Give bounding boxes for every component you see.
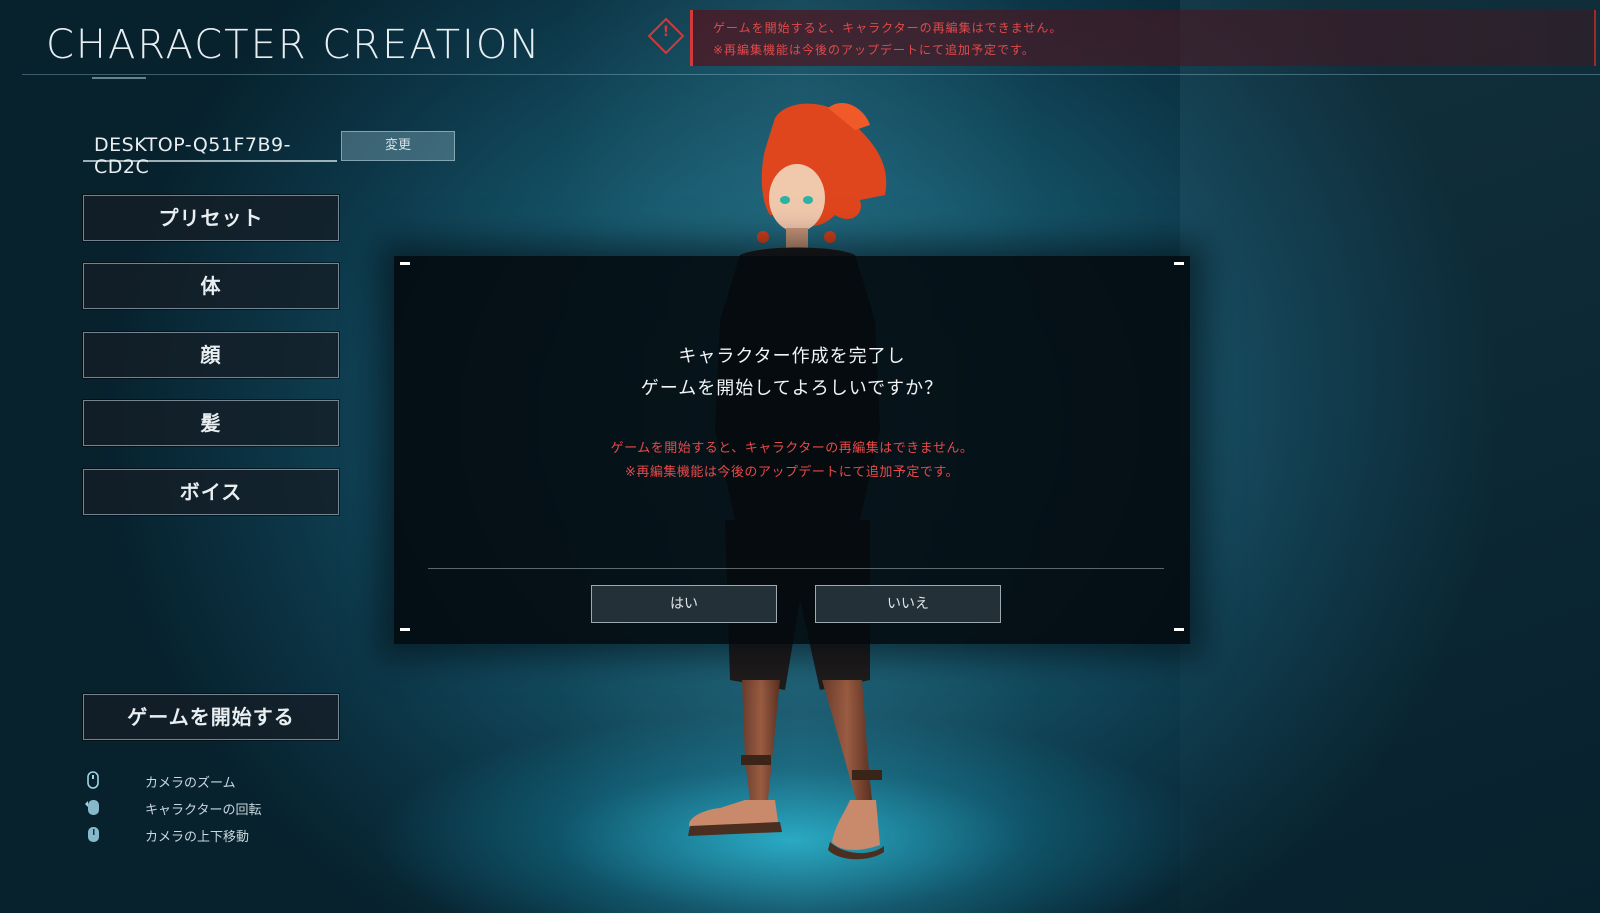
dialog-corner-mark [400, 628, 410, 631]
mouse-updown-icon [84, 825, 102, 843]
header-divider [22, 74, 1600, 75]
menu-face-button[interactable]: 顔 [82, 331, 340, 379]
warning-banner: ゲームを開始すると、キャラクターの再編集はできません。 ※再編集機能は今後のアッ… [690, 10, 1596, 66]
confirm-dialog: キャラクター作成を完了し ゲームを開始してよろしいですか？ ゲームを開始すると、… [394, 256, 1190, 644]
warning-banner-line1: ゲームを開始すると、キャラクターの再編集はできません。 [713, 21, 1063, 35]
dialog-corner-mark [1174, 262, 1184, 265]
player-name-field: DESKTOP-Q51F7B9-CD2C [83, 130, 337, 178]
menu-body-button[interactable]: 体 [82, 262, 340, 310]
background-light-beam [1180, 0, 1600, 913]
dialog-question-line2: ゲームを開始してよろしいですか？ [640, 378, 944, 399]
warning-banner-line2: ※再編集機能は今後のアップデートにて追加予定です。 [713, 43, 1035, 57]
change-name-button[interactable]: 変更 [341, 131, 455, 161]
header-accent [92, 77, 146, 79]
hair-braid-end [824, 231, 836, 243]
exclamation-icon: ! [662, 24, 670, 40]
mouse-wheel-icon [84, 771, 102, 789]
dialog-corner-mark [400, 262, 410, 265]
dialog-divider [428, 568, 1164, 569]
dialog-corner-mark [1174, 628, 1184, 631]
dialog-warning-line2: ※再編集機能は今後のアップデートにて追加予定です。 [624, 465, 960, 480]
dialog-no-button[interactable]: いいえ [815, 585, 1001, 623]
dialog-question-line1: キャラクター作成を完了し [678, 346, 906, 367]
control-hint-label: キャラクターの回転 [145, 803, 262, 818]
start-game-button[interactable]: ゲームを開始する [82, 693, 340, 741]
page-title: CHARACTER CREATION [46, 22, 542, 68]
hair-braid-end [757, 231, 769, 243]
dialog-warning-line1: ゲームを開始すると、キャラクターの再編集はできません。 [610, 441, 974, 456]
mouse-drag-icon [84, 798, 102, 816]
control-hint-label: カメラのズーム [145, 776, 236, 791]
menu-hair-button[interactable]: 髪 [82, 399, 340, 447]
menu-voice-button[interactable]: ボイス [82, 468, 340, 516]
menu-preset-button[interactable]: プリセット [82, 194, 340, 242]
dialog-yes-button[interactable]: はい [591, 585, 777, 623]
control-hint-label: カメラの上下移動 [145, 830, 250, 845]
